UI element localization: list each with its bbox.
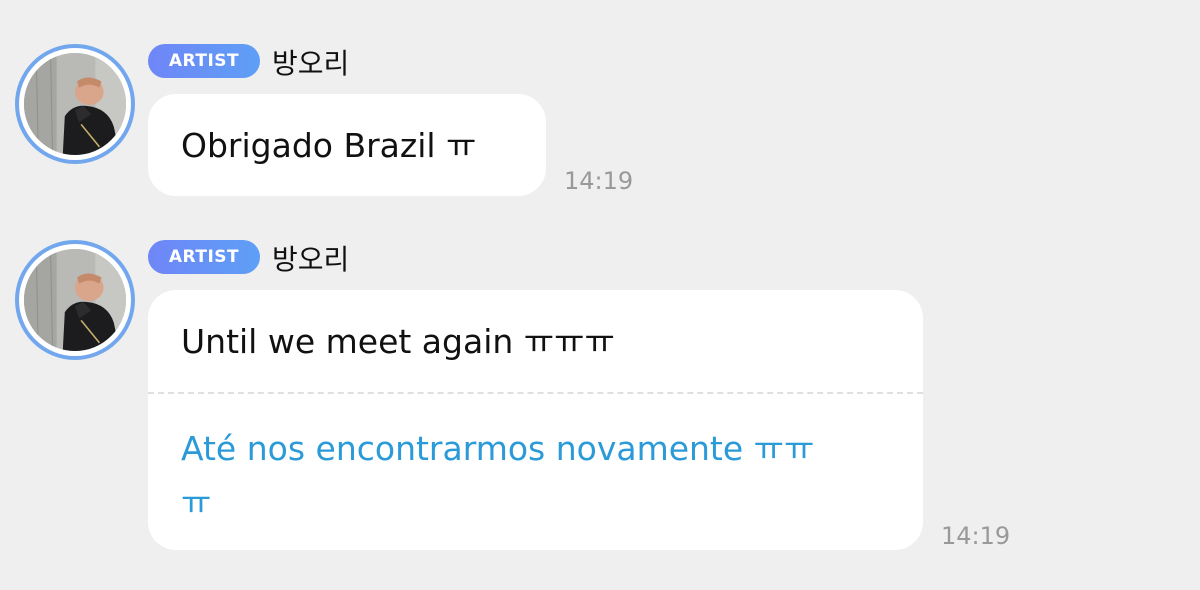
message-text: Until we meet again ㅠㅠㅠ bbox=[181, 322, 615, 361]
message-timestamp: 14:19 bbox=[941, 522, 1011, 550]
chat-message-2: ARTIST 방오리 Until we meet again ㅠㅠㅠ Até n… bbox=[0, 0, 1200, 590]
avatar-photo-icon bbox=[24, 249, 126, 351]
translation-text-line1: Até nos encontrarmos novamente ㅠㅠ bbox=[181, 429, 815, 468]
avatar[interactable] bbox=[15, 240, 135, 360]
translation-text-line2: ㅠ bbox=[181, 483, 212, 522]
sender-name: 방오리 bbox=[272, 243, 350, 276]
translation-divider bbox=[148, 392, 923, 394]
artist-badge: ARTIST bbox=[148, 240, 260, 274]
message-bubble[interactable]: Until we meet again ㅠㅠㅠ Até nos encontra… bbox=[148, 290, 923, 550]
